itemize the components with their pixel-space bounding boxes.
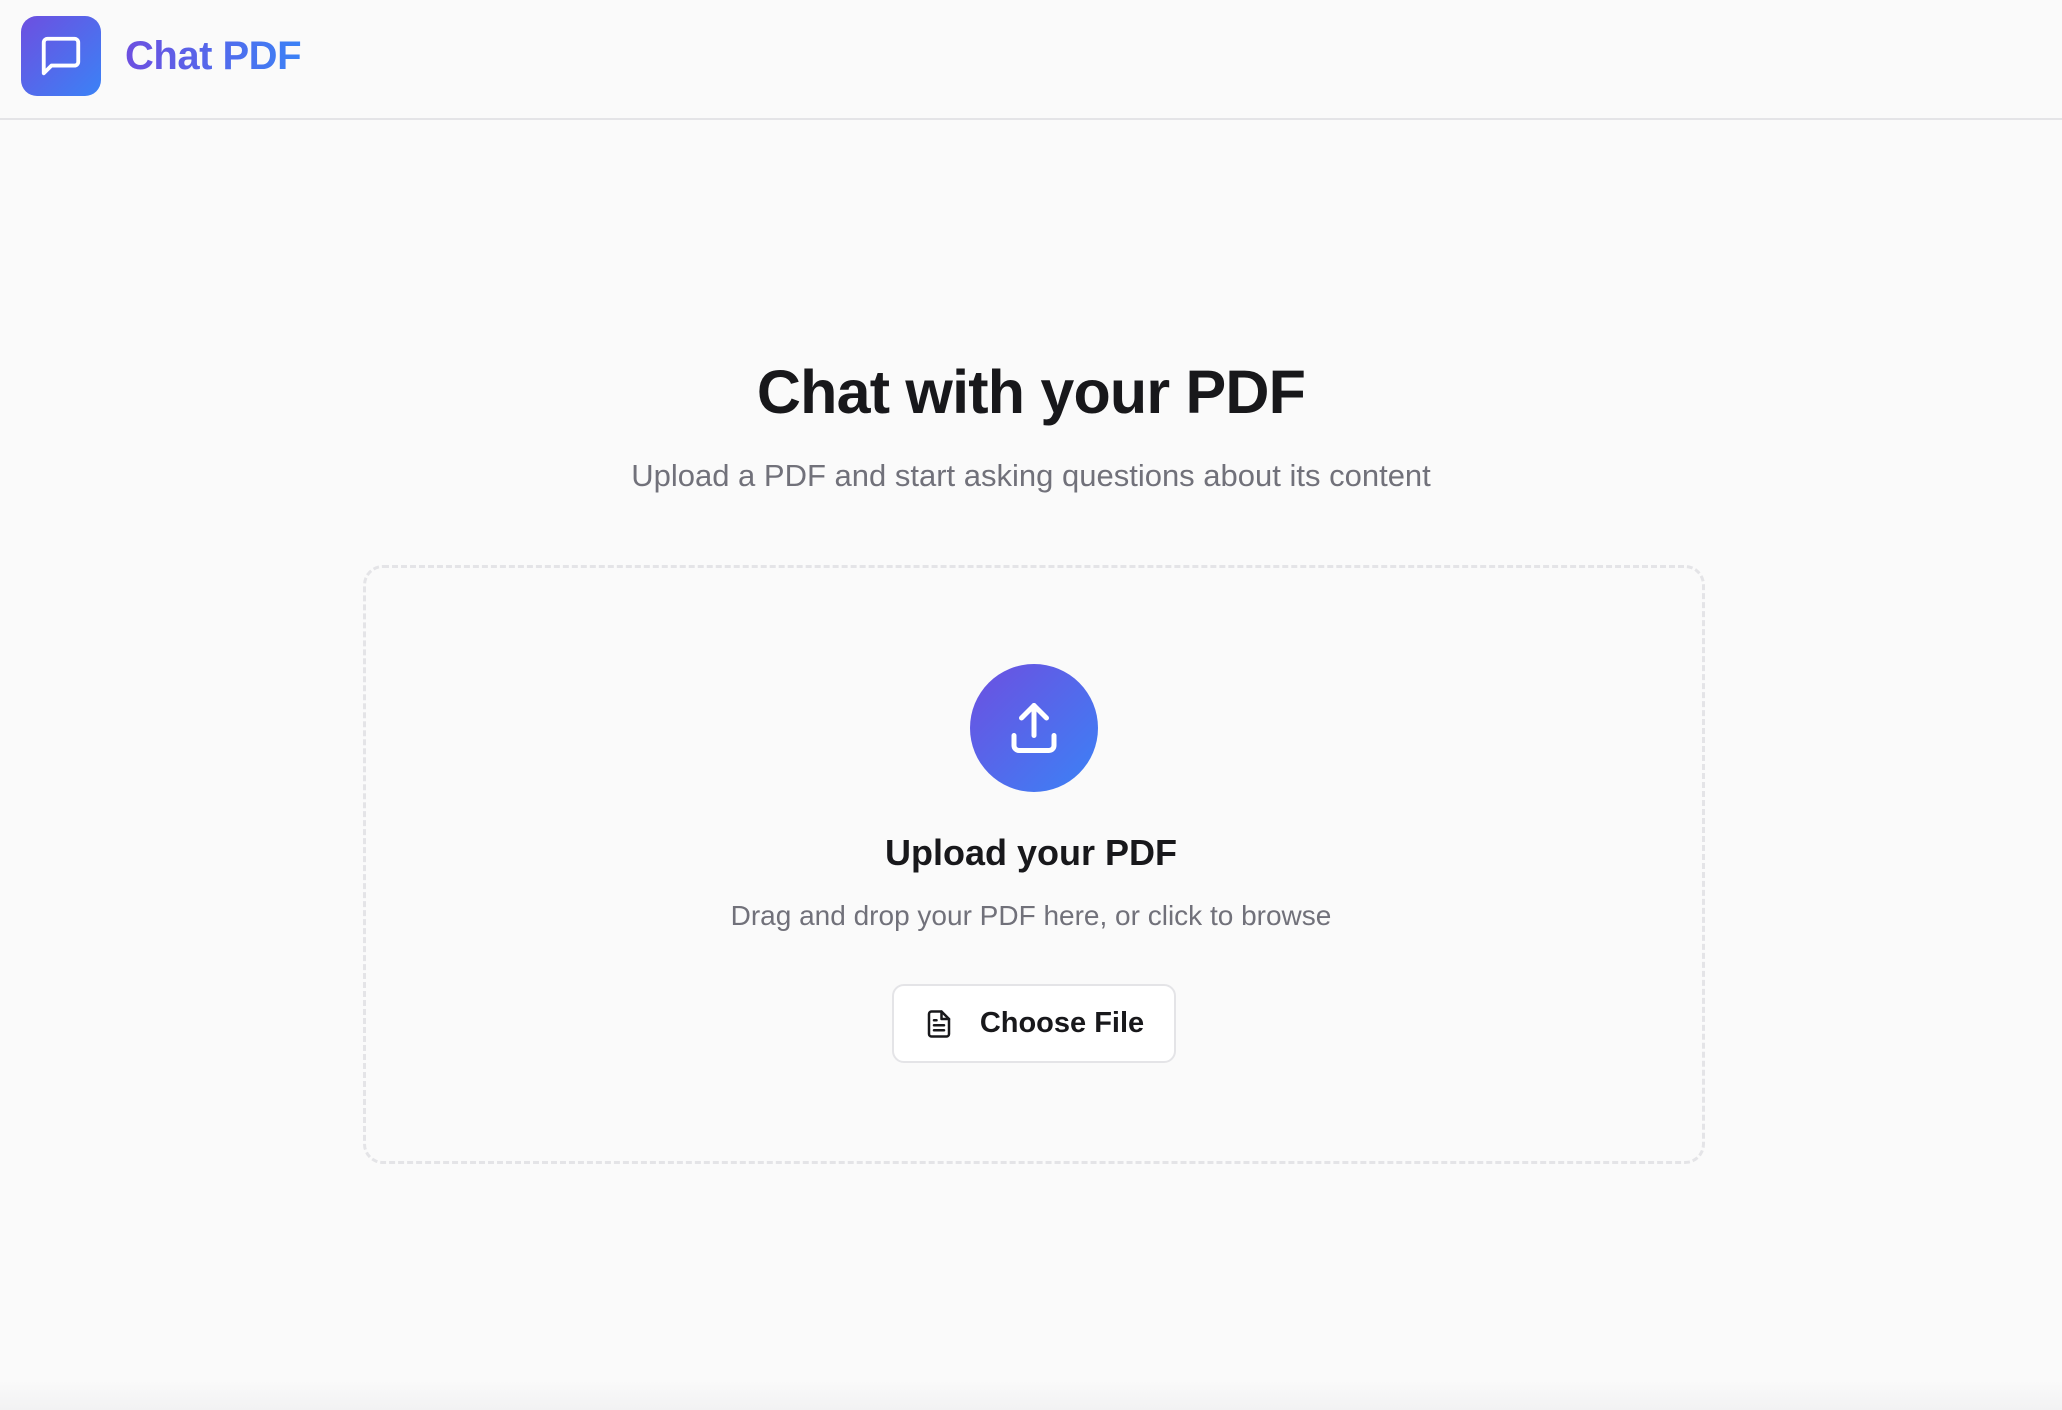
upload-hint: Drag and drop your PDF here, or click to… <box>730 900 1332 931</box>
brand-name[interactable]: Chat PDF <box>125 30 302 82</box>
choose-file-label: Choose File <box>979 1007 1145 1039</box>
message-square-icon[interactable] <box>21 16 101 96</box>
page-subtitle: Upload a PDF and start asking questions … <box>631 458 1431 493</box>
upload-icon <box>970 664 1098 792</box>
upload-title: Upload your PDF <box>884 832 1177 873</box>
app-header: Chat PDF <box>0 0 2062 120</box>
choose-file-button[interactable]: Choose File <box>892 984 1176 1063</box>
bottom-shade <box>0 1380 2062 1410</box>
file-text-icon <box>924 1009 954 1039</box>
page-title: Chat with your PDF <box>756 358 1306 426</box>
